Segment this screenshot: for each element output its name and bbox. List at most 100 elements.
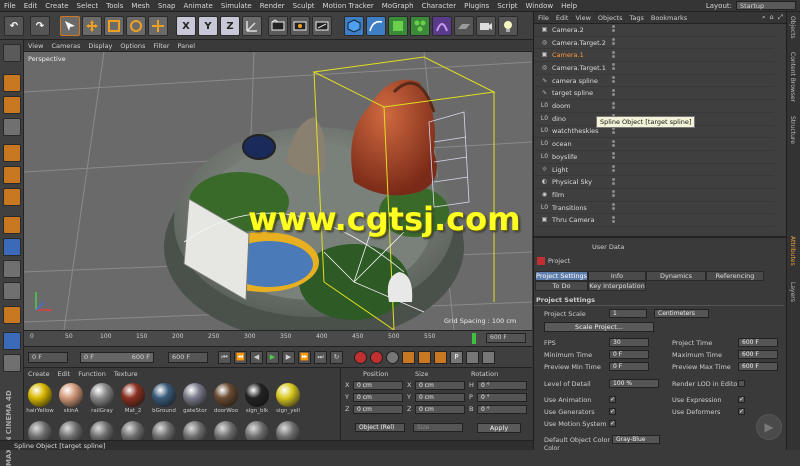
object-row[interactable]: ◎ Camera.Target.2 xyxy=(534,37,774,50)
project-scale-field[interactable]: 1 xyxy=(609,309,647,318)
y-axis-toggle[interactable]: Y xyxy=(198,16,218,36)
coordinate-system-icon[interactable] xyxy=(242,16,262,36)
autokey-icon[interactable] xyxy=(370,351,383,364)
material-swatch[interactable]: skinA xyxy=(57,382,85,418)
visibility-dots-icon[interactable] xyxy=(612,63,616,72)
menu-render[interactable]: Render xyxy=(260,2,285,10)
max-time-field[interactable]: 600 F xyxy=(738,350,778,359)
tweak-mode-icon[interactable] xyxy=(3,238,21,256)
position-key-icon[interactable] xyxy=(402,351,415,364)
visibility-dots-icon[interactable] xyxy=(612,177,616,187)
menu-window[interactable]: Window xyxy=(526,2,554,10)
array-icon[interactable] xyxy=(410,16,430,36)
material-swatch[interactable]: sign_yell xyxy=(274,382,302,418)
coord-rotation-field[interactable]: 0 ° xyxy=(477,393,527,402)
object-row[interactable]: ∿ target spline xyxy=(534,88,774,101)
grid-icon[interactable] xyxy=(3,332,21,350)
vp-menu-options[interactable]: Options xyxy=(120,42,145,50)
menu-plugins[interactable]: Plugins xyxy=(464,2,489,10)
tab-referencing[interactable]: Referencing xyxy=(706,271,764,281)
fps-field[interactable]: 30 xyxy=(609,338,649,347)
scale-key-icon[interactable] xyxy=(418,351,431,364)
material-swatch[interactable]: bGround xyxy=(150,382,178,418)
scale-icon[interactable] xyxy=(104,16,124,36)
material-swatch[interactable] xyxy=(243,420,271,456)
go-to-end-icon[interactable]: ⏭ xyxy=(314,351,327,364)
menu-create[interactable]: Create xyxy=(45,2,68,10)
material-swatch[interactable] xyxy=(212,420,240,456)
subdivision-icon[interactable] xyxy=(388,16,408,36)
viewport-perspective[interactable]: Perspective Grid Spacing : 100 cm xyxy=(24,52,532,330)
vp-menu-view[interactable]: View xyxy=(28,42,43,50)
material-swatch[interactable]: railGray xyxy=(88,382,116,418)
om-menu-objects[interactable]: Objects xyxy=(598,14,623,22)
tab-to-do[interactable]: To Do xyxy=(535,281,588,291)
menu-help[interactable]: Help xyxy=(561,2,577,10)
x-axis-toggle[interactable]: X xyxy=(176,16,196,36)
use-motion-checkbox[interactable]: ✓ xyxy=(609,420,616,427)
pen-spline-icon[interactable] xyxy=(366,16,386,36)
rotate-icon[interactable] xyxy=(126,16,146,36)
texture-mode-icon[interactable] xyxy=(3,96,21,114)
material-swatch[interactable]: sign_blk xyxy=(243,382,271,418)
menu-simulate[interactable]: Simulate xyxy=(221,2,252,10)
om-menu-edit[interactable]: Edit xyxy=(556,14,569,22)
om-menu-tags[interactable]: Tags xyxy=(629,14,643,22)
object-row[interactable]: ▣ Thru Camera xyxy=(534,215,774,228)
z-axis-toggle[interactable]: Z xyxy=(220,16,240,36)
use-expression-checkbox[interactable]: ✓ xyxy=(738,396,745,403)
coord-mode-select[interactable]: Object (Rel) xyxy=(355,423,405,432)
scale-project-button[interactable]: Scale Project... xyxy=(544,322,654,332)
material-swatch[interactable] xyxy=(181,420,209,456)
default-color-select[interactable]: Gray-Blue xyxy=(612,435,660,444)
object-row[interactable]: ∿ camera spline xyxy=(534,75,774,88)
rotation-key-icon[interactable] xyxy=(434,351,447,364)
floor-icon[interactable] xyxy=(454,16,474,36)
side-tab-content-browser[interactable]: Content Browser xyxy=(789,52,796,102)
vp-menu-display[interactable]: Display xyxy=(88,42,112,50)
coord-rotation-field[interactable]: 0 ° xyxy=(477,405,527,414)
light-icon[interactable] xyxy=(498,16,518,36)
material-swatch[interactable] xyxy=(119,420,147,456)
visibility-dots-icon[interactable] xyxy=(612,203,616,212)
make-editable-icon[interactable] xyxy=(3,44,21,62)
mat-menu-function[interactable]: Function xyxy=(78,370,106,378)
tab-key-interpolation[interactable]: Key Interpolation xyxy=(588,281,646,291)
menu-character[interactable]: Character xyxy=(422,2,457,10)
object-row[interactable]: ◐ Physical Sky xyxy=(534,176,774,190)
coord-size-field[interactable]: 0 cm xyxy=(415,405,465,414)
side-tab-objects[interactable]: Objects xyxy=(789,16,796,39)
live-select-icon[interactable] xyxy=(60,16,80,36)
material-swatch[interactable]: gateStor xyxy=(181,382,209,418)
menu-tools[interactable]: Tools xyxy=(106,2,123,10)
render-picture-viewer-icon[interactable] xyxy=(290,16,310,36)
visibility-dots-icon[interactable] xyxy=(612,139,616,149)
object-row[interactable]: L0 ocean xyxy=(534,138,774,151)
side-tab-attributes[interactable]: Attributes xyxy=(789,236,796,266)
coord-rotation-field[interactable]: 0 ° xyxy=(477,381,527,390)
edges-mode-icon[interactable] xyxy=(3,166,21,184)
om-menu-bookmarks[interactable]: Bookmarks xyxy=(651,14,687,22)
mat-menu-create[interactable]: Create xyxy=(28,370,50,378)
visibility-dots-icon[interactable] xyxy=(612,126,616,136)
material-swatch[interactable]: Mat_2 xyxy=(119,382,147,418)
material-swatch[interactable]: doorWoo xyxy=(212,382,240,418)
object-row[interactable]: L0 boyslife xyxy=(534,151,774,164)
points-mode-icon[interactable] xyxy=(3,144,21,162)
menu-snap[interactable]: Snap xyxy=(158,2,176,10)
object-row[interactable]: ▣ Camera.2 xyxy=(534,24,774,37)
render-settings-icon[interactable] xyxy=(312,16,332,36)
render-view-icon[interactable] xyxy=(268,16,288,36)
model-mode-icon[interactable] xyxy=(3,74,21,92)
home-icon[interactable]: ⌂ xyxy=(770,13,774,22)
visibility-dots-icon[interactable] xyxy=(612,50,616,60)
project-time-field[interactable]: 600 F xyxy=(738,338,778,347)
material-swatch[interactable] xyxy=(274,420,302,456)
snap-icon[interactable] xyxy=(3,260,21,278)
visibility-dots-icon[interactable] xyxy=(612,101,616,111)
undo-icon[interactable]: ↶ xyxy=(4,16,24,36)
menu-select[interactable]: Select xyxy=(77,2,99,10)
coord-position-field[interactable]: 0 cm xyxy=(353,405,403,414)
visibility-dots-icon[interactable] xyxy=(612,88,616,98)
axis-mode-icon[interactable] xyxy=(3,216,21,234)
